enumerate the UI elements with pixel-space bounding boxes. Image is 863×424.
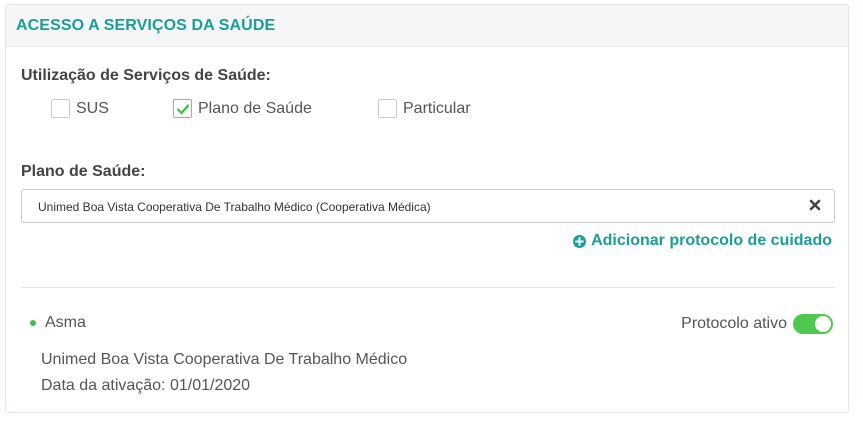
checkbox-particular-label: Particular: [403, 99, 471, 117]
card-header: ACESSO A SERVIÇOS DA SAÚDE: [6, 5, 848, 47]
checkbox-particular-box[interactable]: [378, 99, 397, 118]
utilizacao-label: Utilização de Serviços de Saúde:: [21, 67, 271, 84]
status-dot-icon: [30, 320, 36, 326]
checkbox-sus-label: SUS: [76, 99, 109, 117]
service-checkboxes: SUS Plano de Saúde Particular: [51, 99, 551, 123]
checkbox-plano-de-saude[interactable]: Plano de Saúde: [173, 99, 312, 118]
protocol-status-label: Protocolo ativo: [681, 315, 787, 332]
protocol-provider: Unimed Boa Vista Cooperativa De Trabalho…: [41, 351, 408, 368]
toggle-knob: [815, 316, 831, 332]
checkbox-sus-box[interactable]: [51, 99, 70, 118]
add-protocol-link[interactable]: Adicionar protocolo de cuidado: [573, 232, 832, 250]
checkbox-plano-de-saude-label: Plano de Saúde: [198, 99, 312, 117]
protocol-item: Asma: [30, 314, 86, 332]
section-title: ACESSO A SERVIÇOS DA SAÚDE: [16, 17, 276, 34]
protocol-active-toggle[interactable]: [793, 314, 833, 334]
protocol-status: Protocolo ativo: [681, 314, 833, 334]
add-protocol-label: Adicionar protocolo de cuidado: [591, 232, 832, 249]
plano-select[interactable]: Unimed Boa Vista Cooperativa De Trabalho…: [21, 189, 835, 223]
health-services-card: ACESSO A SERVIÇOS DA SAÚDE Utilização de…: [5, 4, 849, 413]
plano-label: Plano de Saúde:: [21, 163, 146, 180]
plus-circle-icon: [573, 234, 587, 248]
check-icon: [176, 104, 190, 115]
checkbox-plano-de-saude-box[interactable]: [173, 99, 192, 118]
divider: [21, 287, 835, 288]
protocol-activation-date: Data da ativação: 01/01/2020: [41, 377, 251, 394]
checkbox-sus[interactable]: SUS: [51, 99, 109, 118]
plano-select-value: Unimed Boa Vista Cooperativa De Trabalho…: [38, 200, 431, 214]
checkbox-particular[interactable]: Particular: [378, 99, 471, 118]
protocol-name: Asma: [45, 314, 86, 331]
close-icon[interactable]: [808, 198, 822, 212]
